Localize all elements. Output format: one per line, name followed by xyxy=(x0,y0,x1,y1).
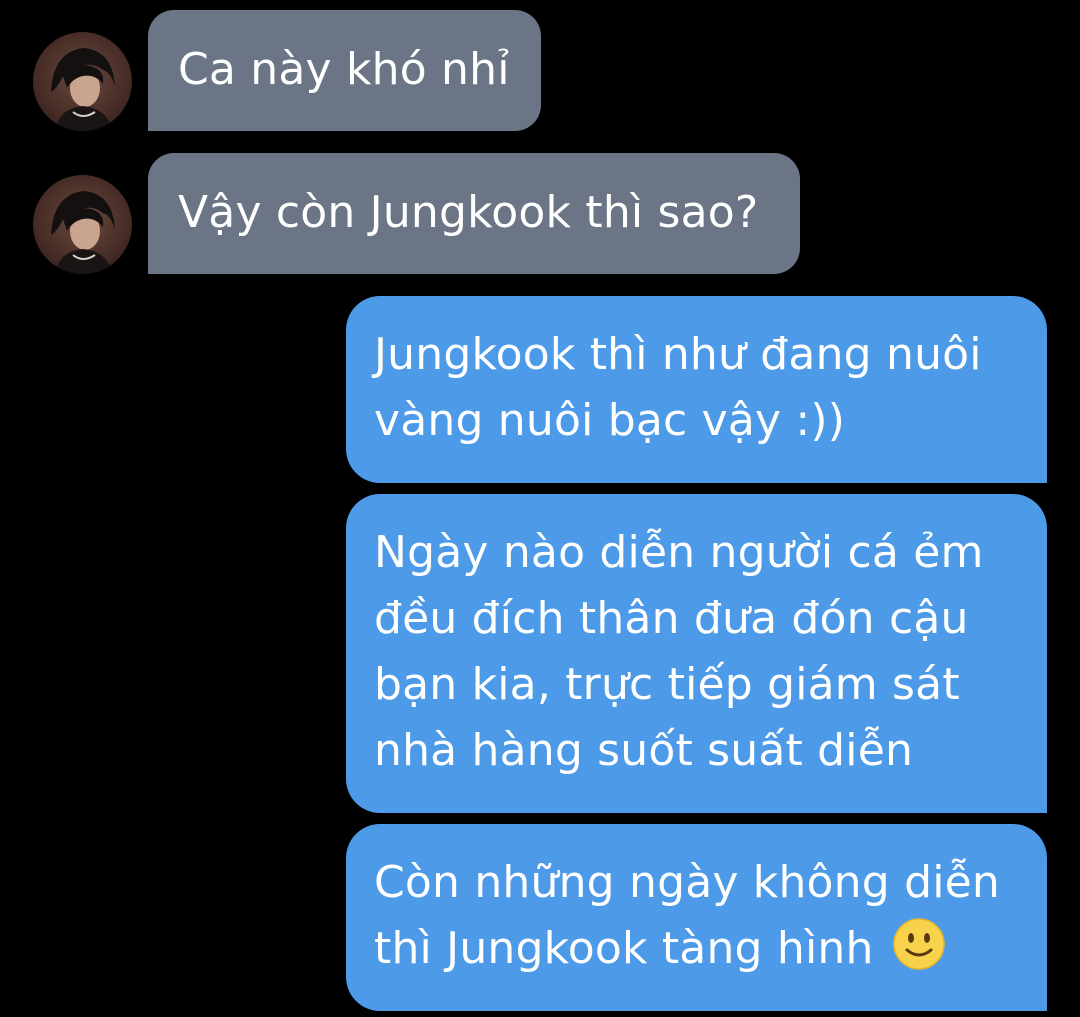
message-row-incoming: Ca này khó nhỉ xyxy=(0,10,1080,131)
message-text: thì Jungkook tàng hình xyxy=(374,923,874,974)
chat-thread: Ca này khó nhỉ Vậy còn Jungkook thì sao?… xyxy=(0,0,1080,1017)
message-text-line: nhà hàng suốt suất diễn xyxy=(374,725,914,776)
message-text-line: đều đích thân đưa đón cậu xyxy=(374,593,969,644)
message-text-line: Còn những ngày không diễn xyxy=(374,857,1000,908)
outgoing-message-bubble[interactable]: Ngày nào diễn người cá ẻm đều đích thân … xyxy=(346,494,1047,813)
avatar-portrait-icon xyxy=(51,48,115,131)
message-text-line-with-emoji: thì Jungkook tàng hình xyxy=(374,916,1019,982)
message-text-line: bạn kia, trực tiếp giám sát xyxy=(374,659,960,710)
message-text: Ca này khó nhỉ xyxy=(178,44,510,95)
incoming-message-bubble[interactable]: Vậy còn Jungkook thì sao? xyxy=(148,153,800,274)
message-text-line: vàng nuôi bạc vậy :)) xyxy=(374,395,846,446)
message-text-line: Jungkook thì như đang nuôi xyxy=(374,329,982,380)
incoming-message-bubble[interactable]: Ca này khó nhỉ xyxy=(148,10,541,131)
avatar-portrait-icon xyxy=(51,191,115,274)
message-row-incoming: Vậy còn Jungkook thì sao? xyxy=(0,153,1080,274)
slightly-smiling-face-icon xyxy=(893,918,945,970)
contact-avatar[interactable] xyxy=(33,32,132,131)
outgoing-message-bubble[interactable]: Còn những ngày không diễn thì Jungkook t… xyxy=(346,824,1047,1011)
message-text-line: Ngày nào diễn người cá ẻm xyxy=(374,527,984,578)
outgoing-message-bubble[interactable]: Jungkook thì như đang nuôi vàng nuôi bạc… xyxy=(346,296,1047,483)
contact-avatar[interactable] xyxy=(33,175,132,274)
message-text: Vậy còn Jungkook thì sao? xyxy=(178,187,759,238)
